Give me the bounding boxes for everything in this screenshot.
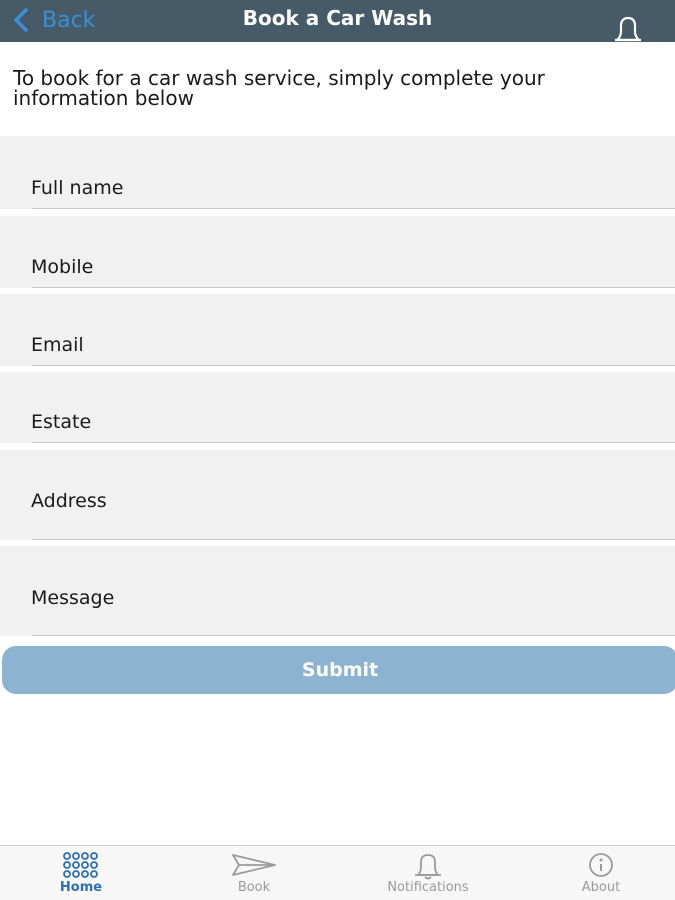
page-title: Book a Car Wash (242, 6, 433, 30)
message-input[interactable] (31, 587, 665, 609)
tab-about[interactable]: About (531, 846, 671, 900)
intro-text: To book for a car wash service, simply c… (13, 66, 545, 110)
tab-notifications[interactable]: Notifications (358, 846, 498, 900)
top-nav-bar: Back Book a Car Wash (0, 0, 675, 42)
tab-book[interactable]: Book (184, 846, 324, 900)
field-underline (32, 365, 675, 366)
message-field-container (0, 546, 675, 636)
estate-field-container (0, 372, 675, 443)
full-name-field-container (0, 136, 675, 209)
bell-icon (415, 854, 441, 880)
email-field-container (0, 294, 675, 366)
tab-about-label: About (581, 880, 621, 895)
send-icon (232, 854, 276, 876)
field-underline (32, 635, 675, 636)
tab-book-label: Book (237, 880, 271, 895)
notifications-button[interactable] (609, 14, 647, 44)
mobile-field-container (0, 216, 675, 288)
submit-button[interactable]: Submit (2, 646, 675, 694)
address-input[interactable] (31, 490, 665, 512)
field-underline (32, 287, 675, 288)
bell-icon (615, 16, 641, 42)
tab-home-label: Home (59, 880, 103, 895)
estate-input[interactable] (31, 411, 665, 433)
info-icon (589, 853, 613, 877)
full-name-input[interactable] (31, 177, 665, 199)
grid-icon (63, 852, 98, 878)
field-underline (32, 208, 675, 209)
address-field-container (0, 450, 675, 540)
mobile-input[interactable] (31, 256, 665, 278)
email-input[interactable] (31, 334, 665, 356)
tab-notifications-label: Notifications (387, 880, 469, 895)
field-underline (32, 442, 675, 443)
field-underline (32, 539, 675, 540)
tab-home[interactable]: Home (11, 846, 151, 900)
bottom-tab-bar: Home Book Notifications About (0, 845, 675, 900)
